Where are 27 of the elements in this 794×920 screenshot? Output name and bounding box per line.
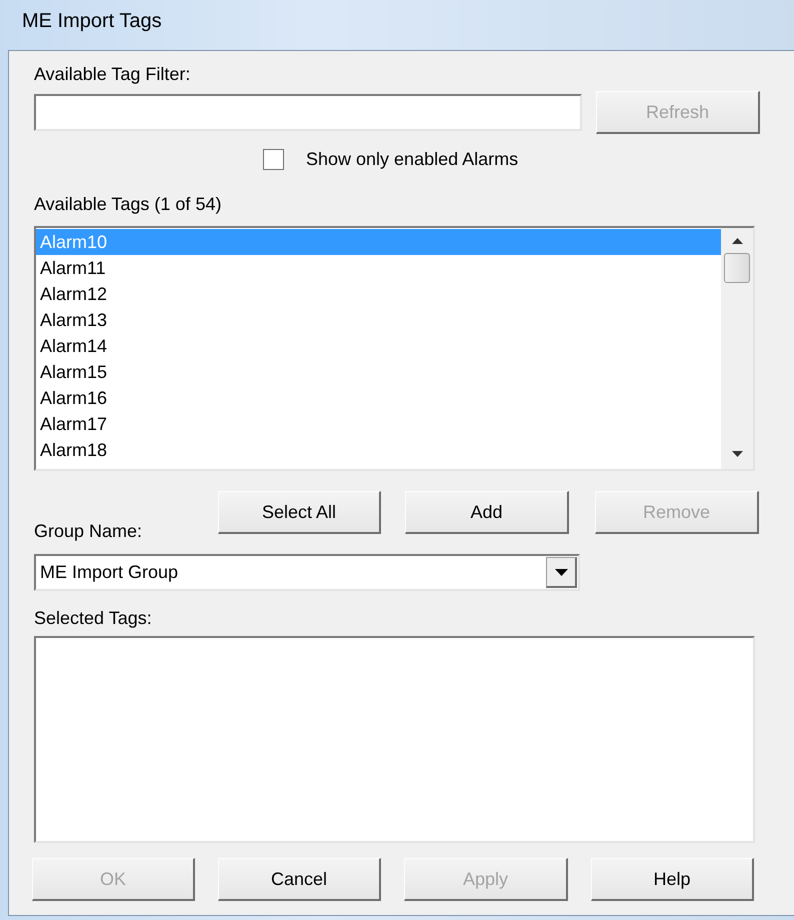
list-item[interactable]: Alarm12: [36, 281, 721, 307]
caret-icon: [554, 568, 568, 576]
list-label: Available Tags (1 of 54): [34, 193, 222, 215]
scroll-up-icon[interactable]: [732, 238, 742, 244]
filter-label: Available Tag Filter:: [34, 63, 192, 85]
dialog-button[interactable]: Cancel: [218, 858, 381, 901]
scroll-down-icon[interactable]: [732, 451, 742, 457]
selected-tags-label: Selected Tags:: [34, 607, 153, 629]
list-item[interactable]: Alarm18: [36, 437, 721, 463]
scrollbar-thumb[interactable]: [724, 253, 750, 283]
list-item[interactable]: Alarm15: [36, 359, 721, 385]
window-title: ME Import Tags: [22, 10, 162, 32]
action-button[interactable]: Select All: [218, 491, 381, 534]
group-name-dropdown[interactable]: ME Import Group: [34, 554, 580, 591]
dropdown-button[interactable]: [546, 557, 577, 588]
filter-field[interactable]: [34, 94, 582, 131]
scrollbar[interactable]: [721, 228, 753, 469]
list-item[interactable]: Alarm17: [36, 411, 721, 437]
checkbox[interactable]: [263, 149, 284, 170]
list-item[interactable]: Alarm13: [36, 307, 721, 333]
list-item[interactable]: Alarm16: [36, 385, 721, 411]
action-button[interactable]: Add: [405, 491, 569, 534]
list-item[interactable]: Alarm11: [36, 255, 721, 281]
dialog-button[interactable]: Help: [591, 858, 754, 901]
list-item[interactable]: Alarm14: [36, 333, 721, 359]
checkbox-label: Show only enabled Alarms: [306, 149, 518, 170]
group-name-label: Group Name:: [34, 520, 144, 542]
